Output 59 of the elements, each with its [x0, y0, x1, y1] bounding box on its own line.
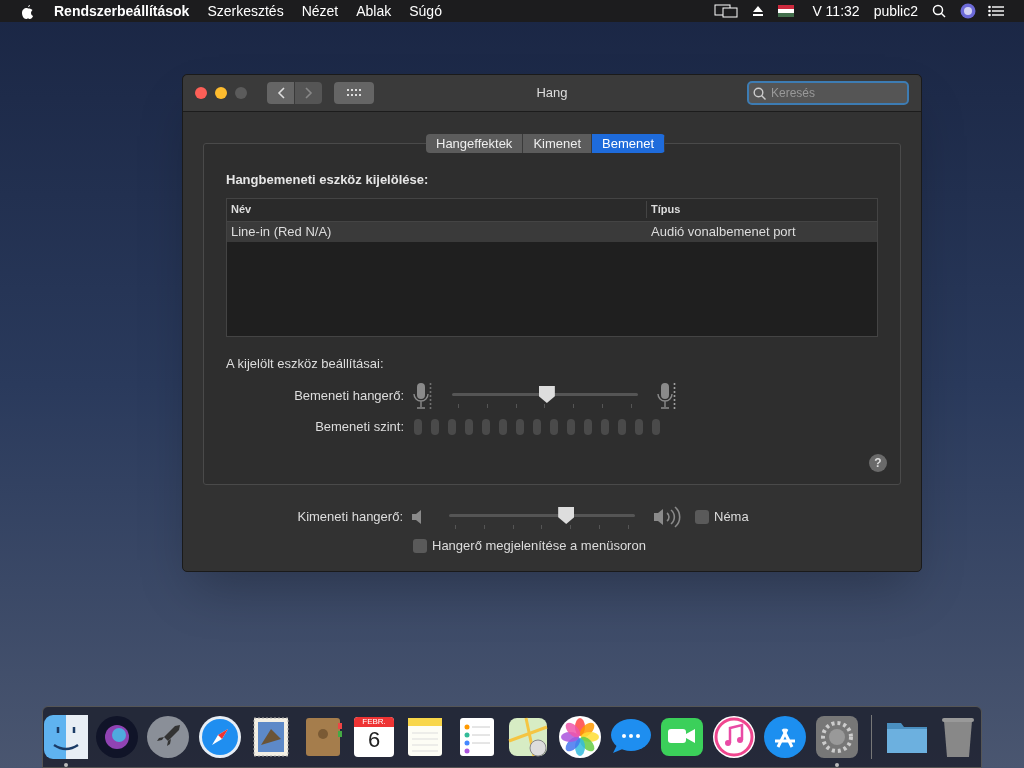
minimize-button[interactable]	[215, 87, 227, 99]
tab[interactable]: Hangeffektek	[426, 134, 524, 153]
checkbox-label: Hangerő megjelenítése a menüsoron	[432, 537, 646, 555]
menu-item[interactable]: Szerkesztés	[207, 0, 284, 22]
grid-icon	[347, 89, 361, 97]
checkbox-label: Néma	[714, 508, 749, 527]
back-chevron-icon	[276, 87, 285, 99]
window-title: Hang	[536, 84, 568, 103]
calendar-day: 6	[367, 727, 381, 753]
apple-icon	[20, 3, 34, 19]
settings-heading: A kijelölt eszköz beállításai:	[226, 354, 385, 373]
rocket-icon[interactable]	[146, 715, 191, 759]
column-header[interactable]: Típus	[647, 201, 685, 218]
list-icon	[988, 5, 1004, 17]
field-label: Kimeneti hangerő:	[296, 508, 403, 527]
grid-button[interactable]	[334, 82, 374, 104]
clock[interactable]: V 11:32	[812, 0, 860, 22]
user-name[interactable]: public2	[873, 0, 918, 22]
column-header[interactable]: Név	[227, 201, 647, 218]
back-button[interactable]	[267, 82, 294, 104]
orb-icon[interactable]	[95, 715, 140, 759]
section-heading: Hangbemeneti eszköz kijelölése:	[226, 171, 430, 189]
search-icon	[932, 4, 946, 18]
app-name-menu[interactable]: Rendszerbeállítások	[54, 0, 190, 22]
table-cell-text: Audió vonalbemenet port	[650, 222, 797, 241]
orb-icon	[960, 3, 976, 19]
forward-chevron-icon	[304, 87, 313, 99]
table-cell-text: Line-in (Red N/A)	[230, 222, 333, 241]
tab[interactable]: Bemenet	[592, 134, 666, 153]
calendar-icon[interactable]: FEBR. 6	[354, 717, 395, 757]
menu-item[interactable]: Súgó	[409, 0, 442, 22]
compass-icon[interactable]	[197, 715, 242, 759]
menu-item[interactable]: Nézet	[301, 0, 339, 22]
checkbox[interactable]	[413, 538, 427, 553]
help-button[interactable]: ?	[869, 454, 887, 472]
field-label: Bemeneti szint:	[314, 418, 404, 436]
output-volume-slider[interactable]	[449, 507, 635, 527]
gear-icon[interactable]	[814, 715, 859, 759]
search-icon	[753, 87, 766, 100]
slider-thumb[interactable]	[558, 507, 575, 524]
input-volume-slider[interactable]	[452, 386, 638, 406]
eject-icon	[752, 5, 765, 17]
slider-thumb[interactable]	[538, 386, 555, 403]
microphone-icon	[656, 381, 676, 411]
field-label: Bemeneti hangerő:	[293, 387, 404, 406]
tab[interactable]: Kimenet	[523, 134, 593, 153]
flag-icon	[778, 5, 795, 17]
display-icon	[714, 4, 739, 18]
calendar-month: FEBR.	[354, 717, 395, 727]
finder-face-icon[interactable]	[43, 715, 88, 759]
pencil-a-icon[interactable]	[763, 715, 808, 759]
close-button[interactable]	[195, 87, 207, 99]
video-camera-icon[interactable]	[660, 715, 705, 759]
music-note-icon[interactable]	[711, 715, 756, 759]
checkbox[interactable]	[695, 510, 709, 524]
microphone-icon	[412, 381, 432, 411]
table-row[interactable]: Line-in (Red N/A) Audió vonalbemenet port	[227, 221, 877, 242]
menu-item[interactable]: Ablak	[356, 0, 392, 22]
search-field[interactable]: Keresés	[747, 81, 909, 105]
